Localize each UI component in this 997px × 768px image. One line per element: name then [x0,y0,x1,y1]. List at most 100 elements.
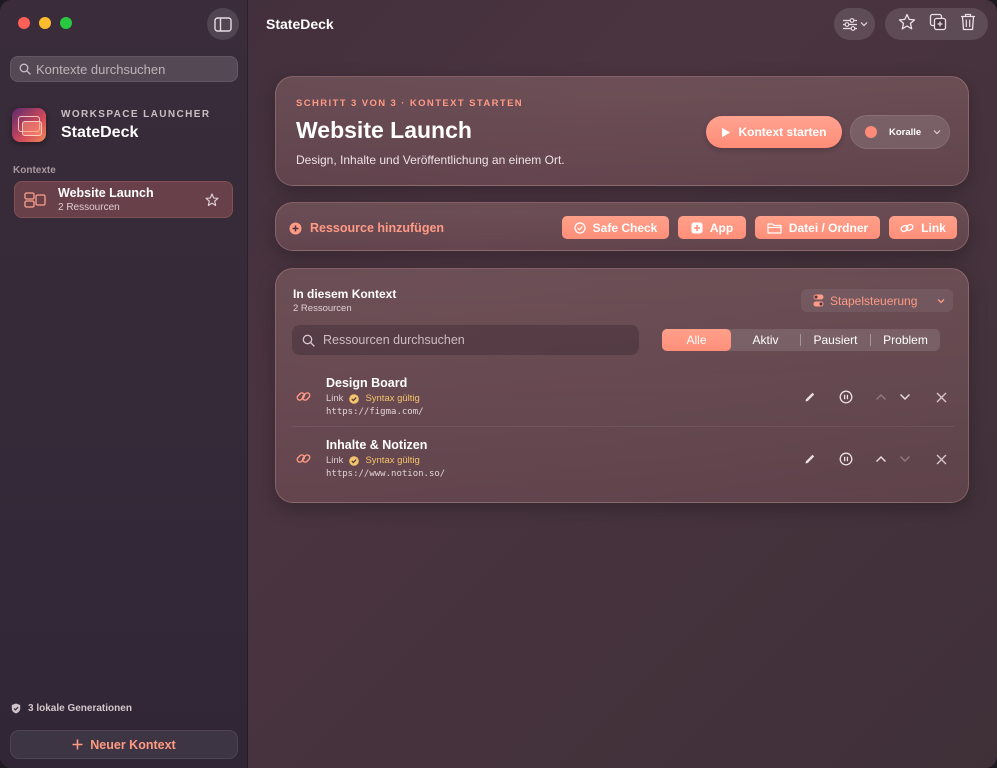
context-item-title: Website Launch [58,186,154,200]
check-circle-icon [574,221,586,234]
color-swatch [865,126,877,138]
favorite-context-button[interactable] [202,190,222,210]
context-description: Design, Inhalte und Veröffentlichung an … [296,153,565,167]
resource-status: Syntax gültig [365,455,420,466]
remove-resource-button[interactable] [932,450,950,468]
resource-row[interactable]: Inhalte & Notizen Link Syntax gültig htt… [276,429,970,489]
resource-title: Inhalte & Notizen [326,438,428,452]
link-icon [900,223,914,232]
remove-resource-button[interactable] [932,388,950,406]
app-brand: WORKSPACE LAUNCHER StateDeck [12,108,210,142]
resources-count: 2 Ressourcen [293,303,352,314]
plus-icon [72,739,83,750]
add-app-button[interactable]: App [678,216,746,239]
window-title: StateDeck [266,16,334,32]
edit-resource-button[interactable] [801,450,819,468]
contexts-section-label: Kontexte [13,165,56,176]
resource-meta: Link Syntax gültig [326,455,420,466]
filter-all[interactable]: Alle [662,329,731,351]
resources-card: In diesem Kontext 2 Ressourcen Stapelste… [275,268,969,503]
resources-title: In diesem Kontext [293,287,397,301]
duplicate-icon [929,13,946,30]
context-title: Website Launch [296,117,472,143]
status-filter: Alle Aktiv Pausiert Problem [662,329,940,351]
start-context-button[interactable]: Kontext starten [706,116,842,148]
pause-resource-button[interactable] [837,388,855,406]
minimize-window-button[interactable] [39,17,51,29]
close-icon [936,392,946,402]
link-icon [296,454,311,463]
chevron-down-icon [937,298,945,303]
brand-name: StateDeck [61,123,139,141]
move-up-button[interactable] [872,388,890,406]
chevron-down-icon [900,394,910,400]
add-link-label: Link [921,220,946,235]
resource-search[interactable] [292,325,639,355]
plus-square-icon [691,222,703,233]
add-link-button[interactable]: Link [889,216,957,239]
app-logo-icon [12,108,46,142]
resource-type: Link [326,393,344,404]
safe-check-button[interactable]: Safe Check [562,216,669,239]
batch-control-label: Stapelsteuerung [830,293,918,308]
link-icon [296,392,311,401]
delete-button[interactable] [960,13,976,36]
filter-menu-button[interactable] [834,8,875,40]
resource-url: https://figma.com/ [326,407,424,417]
chevron-up-icon [876,394,886,400]
window-controls [18,17,72,29]
color-select-label: Koralle [889,126,922,138]
add-resource-label: Ressource hinzufügen [289,221,444,235]
step-indicator: SCHRITT 3 VON 3 · KONTEXT STARTEN [296,98,524,109]
resource-meta: Link Syntax gültig [326,393,420,404]
toggle-sidebar-button[interactable] [207,8,239,40]
resource-search-input[interactable] [323,333,623,347]
search-icon [19,63,31,75]
context-layout-icon [24,191,46,208]
app-window: WORKSPACE LAUNCHER StateDeck Kontexte We… [0,0,997,768]
resource-type: Link [326,455,344,466]
folder-icon [767,222,782,234]
search-icon [302,334,315,347]
filter-active[interactable]: Aktiv [731,329,800,351]
pencil-icon [805,454,815,464]
move-up-button[interactable] [872,450,890,468]
add-file-folder-button[interactable]: Datei / Ordner [755,216,880,239]
favorite-button[interactable] [898,13,916,36]
color-select[interactable]: Koralle [850,115,950,149]
resource-status: Syntax gültig [365,393,420,404]
add-resource-bar: Ressource hinzufügen Safe Check App Date… [275,202,969,251]
batch-control-menu[interactable]: Stapelsteuerung [801,289,953,312]
add-resource-text: Ressource hinzufügen [310,221,445,235]
close-window-button[interactable] [18,17,30,29]
row-divider [292,426,954,427]
check-badge-icon [349,393,360,404]
pause-circle-icon [839,390,853,404]
context-hero-card: SCHRITT 3 VON 3 · KONTEXT STARTEN Websit… [275,76,969,186]
plus-circle-icon [289,222,302,234]
context-search-input[interactable] [36,61,226,77]
pause-resource-button[interactable] [837,450,855,468]
toolbar-actions [885,8,988,40]
add-file-folder-label: Datei / Ordner [788,220,869,235]
brand-subtitle: WORKSPACE LAUNCHER [61,108,211,120]
context-search[interactable] [10,56,238,82]
chevron-down-icon [900,456,910,462]
star-icon [205,192,219,206]
new-context-button[interactable]: Neuer Kontext [10,730,238,759]
move-down-button[interactable] [896,450,914,468]
duplicate-button[interactable] [929,13,947,36]
star-icon [898,13,915,29]
resource-row[interactable]: Design Board Link Syntax gültig https://… [276,367,970,427]
start-context-label: Kontext starten [738,125,827,139]
edit-resource-button[interactable] [801,388,819,406]
shield-check-icon [11,703,21,714]
check-badge-icon [349,455,360,466]
context-item-website-launch[interactable]: Website Launch 2 Ressourcen [14,181,233,218]
filter-paused[interactable]: Pausiert [801,329,870,351]
zoom-window-button[interactable] [60,17,72,29]
filter-problem[interactable]: Problem [871,329,940,351]
close-icon [936,454,946,464]
batch-toggle-icon [813,294,824,307]
move-down-button[interactable] [896,388,914,406]
